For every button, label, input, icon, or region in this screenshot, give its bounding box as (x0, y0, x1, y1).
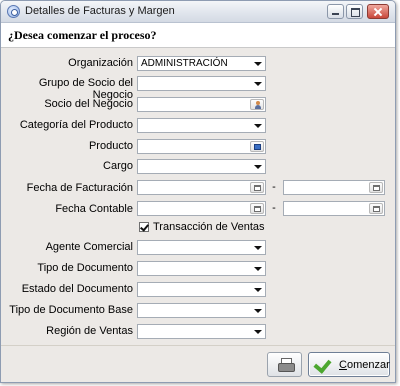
close-button[interactable] (367, 4, 389, 19)
calendar-icon (254, 206, 261, 212)
categoria-combo[interactable] (137, 118, 266, 133)
fecha-facturacion-label: Fecha de Facturación (26, 182, 133, 194)
start-button-label: Comenzar (339, 359, 390, 371)
chevron-down-icon[interactable] (251, 241, 265, 254)
cargo-combo[interactable] (137, 159, 266, 174)
dialog-header: ¿Desea comenzar el proceso? (1, 23, 395, 48)
socio-label: Socio del Negocio (44, 98, 133, 110)
process-question: ¿Desea comenzar el proceso? (8, 28, 157, 42)
maximize-button[interactable] (346, 4, 363, 19)
person-icon (255, 101, 261, 109)
calendar-button[interactable] (250, 203, 264, 214)
producto-field[interactable] (137, 139, 266, 154)
title-bar: Detalles de Facturas y Margen (1, 1, 395, 23)
chevron-down-icon[interactable] (251, 160, 265, 173)
chevron-down-icon[interactable] (251, 262, 265, 275)
region-ventas-combo[interactable] (137, 324, 266, 339)
calendar-button[interactable] (250, 182, 264, 193)
transaccion-ventas-label[interactable]: Transacción de Ventas (153, 221, 265, 233)
estado-documento-label: Estado del Documento (21, 283, 133, 295)
grupo-socio-combo[interactable] (137, 76, 266, 91)
footer-divider (1, 345, 395, 346)
chevron-down-icon[interactable] (251, 283, 265, 296)
fecha-contable-to[interactable] (283, 201, 385, 216)
agente-combo[interactable] (137, 240, 266, 255)
calendar-icon (373, 185, 380, 191)
printer-icon (278, 358, 295, 372)
process-dialog: Detalles de Facturas y Margen ¿Desea com… (0, 0, 396, 383)
producto-label: Producto (88, 140, 133, 152)
estado-documento-combo[interactable] (137, 282, 266, 297)
cargo-label: Cargo (103, 160, 133, 172)
start-label-rest: omenzar (346, 359, 390, 371)
chevron-down-icon[interactable] (251, 325, 265, 338)
date-range-separator: - (272, 181, 276, 193)
checkmark-icon (313, 355, 332, 374)
chevron-down-icon[interactable] (251, 57, 265, 70)
product-lookup-button[interactable] (250, 141, 264, 152)
tipo-documento-label: Tipo de Documento (37, 262, 133, 274)
calendar-button[interactable] (369, 203, 383, 214)
fecha-facturacion-to[interactable] (283, 180, 385, 195)
categoria-label: Categoría del Producto (19, 119, 133, 131)
tipo-documento-base-combo[interactable] (137, 303, 266, 318)
organizacion-value: ADMINISTRACIÓN (141, 58, 228, 69)
calendar-icon (373, 206, 380, 212)
settings-gear-icon (7, 5, 20, 18)
calendar-icon (254, 185, 261, 191)
product-icon (254, 144, 261, 150)
chevron-down-icon[interactable] (251, 77, 265, 90)
tipo-documento-base-label: Tipo de Documento Base (9, 304, 133, 316)
tipo-documento-combo[interactable] (137, 261, 266, 276)
start-button[interactable]: Comenzar (308, 352, 390, 377)
organizacion-combo[interactable]: ADMINISTRACIÓN (137, 56, 266, 71)
region-ventas-label: Región de Ventas (46, 325, 133, 337)
chevron-down-icon[interactable] (251, 119, 265, 132)
print-button[interactable] (267, 352, 302, 377)
chevron-down-icon[interactable] (251, 304, 265, 317)
fecha-facturacion-from[interactable] (137, 180, 266, 195)
window-title: Detalles de Facturas y Margen (25, 5, 175, 17)
organizacion-label: Organización (68, 57, 133, 69)
minimize-button[interactable] (327, 4, 344, 19)
transaccion-ventas-checkbox[interactable] (139, 222, 149, 232)
fecha-contable-label: Fecha Contable (55, 203, 133, 215)
agente-label: Agente Comercial (45, 241, 133, 253)
date-range-separator: - (272, 202, 276, 214)
socio-field[interactable] (137, 97, 266, 112)
start-mnemonic: C (339, 359, 347, 371)
calendar-button[interactable] (369, 182, 383, 193)
bpartner-lookup-button[interactable] (250, 99, 264, 110)
fecha-contable-from[interactable] (137, 201, 266, 216)
